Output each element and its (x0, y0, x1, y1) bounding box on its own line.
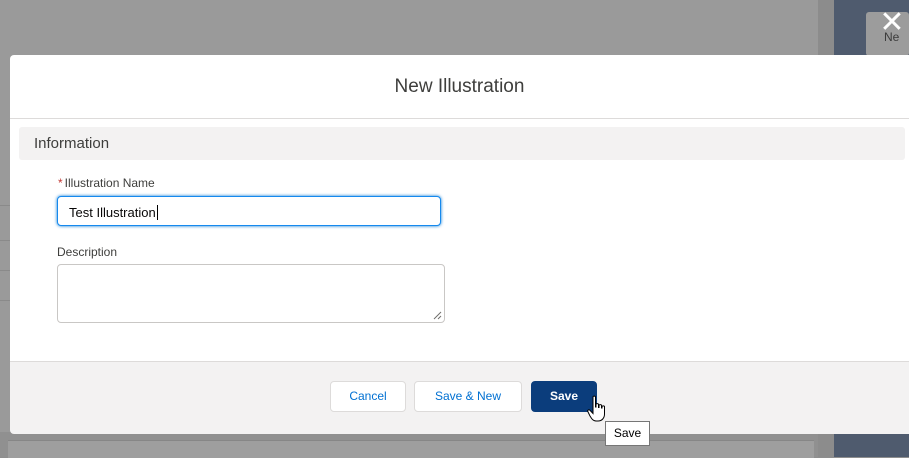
cancel-button[interactable]: Cancel (330, 381, 406, 412)
background-footer-box (8, 440, 814, 458)
illustration-name-label: * Illustration Name (58, 176, 155, 190)
illustration-name-label-text: Illustration Name (64, 176, 155, 190)
hand-pointer-icon (587, 395, 605, 422)
save-and-new-button[interactable]: Save & New (414, 381, 522, 412)
modal-title: New Illustration (394, 76, 525, 97)
description-textarea[interactable] (57, 264, 445, 323)
modal-footer: Cancel Save & New Save (10, 361, 909, 434)
description-label: Description (57, 245, 118, 259)
new-illustration-modal: New Illustration Information * Illustrati… (10, 55, 909, 434)
section-header-information[interactable]: Information (19, 127, 905, 160)
modal-header: New Illustration (10, 55, 909, 119)
resize-grip-icon[interactable] (433, 311, 442, 320)
save-tooltip: Save (605, 421, 650, 446)
illustration-name-value: Test Illustration (69, 205, 156, 220)
section-title: Information (34, 135, 110, 152)
required-mark: * (58, 176, 63, 190)
close-icon[interactable]: ✕ (877, 8, 907, 38)
text-caret (156, 205, 158, 220)
illustration-name-input[interactable]: Test Illustration (57, 196, 441, 226)
